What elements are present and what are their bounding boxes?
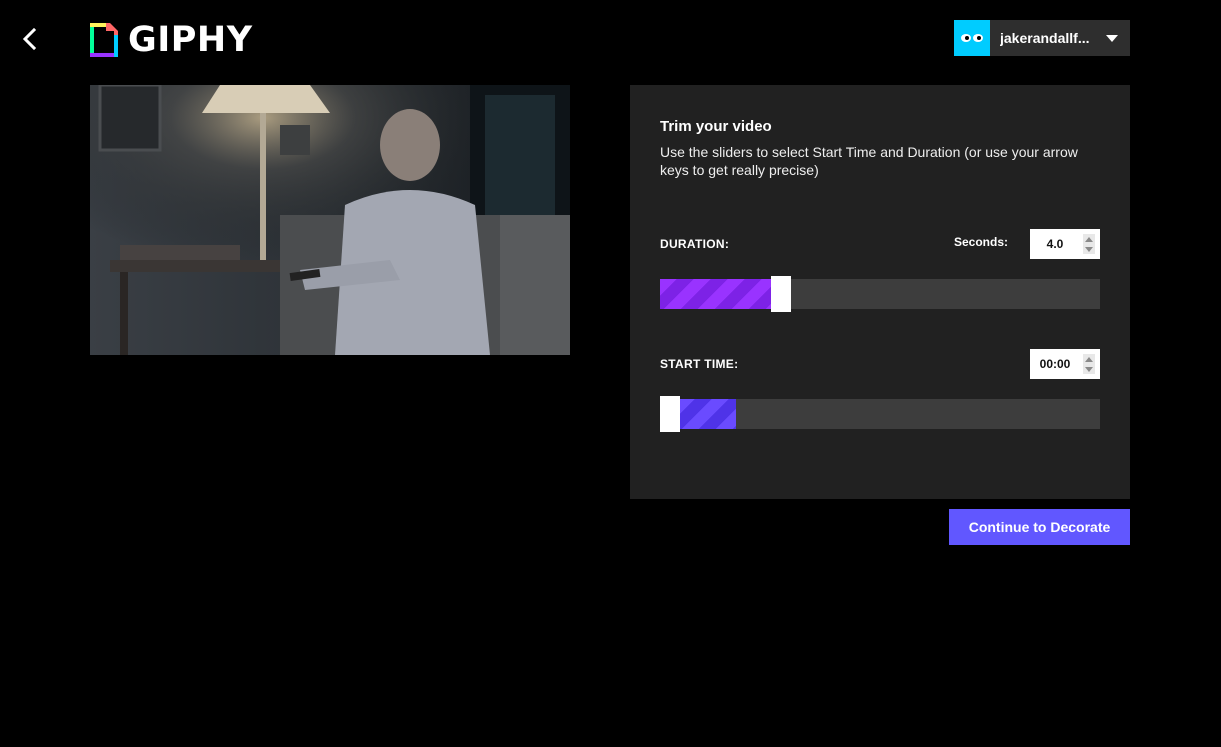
chevron-left-icon	[22, 27, 37, 51]
duration-slider-fill	[660, 279, 772, 309]
start-time-spinner[interactable]	[1083, 354, 1095, 374]
start-time-label: START TIME:	[660, 357, 739, 371]
eyes-icon	[961, 34, 983, 42]
username: jakerandallf...	[1000, 30, 1090, 46]
spin-up-icon[interactable]	[1085, 236, 1093, 242]
duration-value: 4.0	[1046, 237, 1064, 251]
start-time-slider[interactable]	[660, 396, 1100, 432]
duration-slider[interactable]	[660, 276, 1100, 312]
start-time-slider-handle[interactable]	[660, 396, 680, 432]
seconds-label: Seconds:	[954, 235, 1009, 249]
duration-slider-handle[interactable]	[771, 276, 791, 312]
caret-down-icon[interactable]	[1106, 34, 1118, 42]
giphy-logo[interactable]: GIPHY	[90, 22, 253, 58]
spin-down-icon[interactable]	[1085, 366, 1093, 372]
start-time-slider-fill	[678, 399, 736, 429]
logo-text: GIPHY	[128, 20, 253, 60]
continue-to-decorate-button[interactable]: Continue to Decorate	[949, 509, 1130, 545]
giphy-logo-icon	[90, 23, 118, 57]
start-time-input[interactable]: 00:00	[1030, 349, 1100, 379]
spin-up-icon[interactable]	[1085, 356, 1093, 362]
start-time-value: 00:00	[1039, 357, 1071, 371]
panel-description: Use the sliders to select Start Time and…	[660, 144, 1078, 178]
video-preview	[90, 85, 570, 355]
panel-title: Trim your video	[660, 118, 772, 135]
video-frame-image	[90, 85, 570, 355]
duration-spinner[interactable]	[1083, 234, 1095, 254]
avatar	[954, 20, 990, 56]
spin-down-icon[interactable]	[1085, 246, 1093, 252]
trim-panel: Trim your video Use the sliders to selec…	[630, 85, 1130, 499]
duration-label: DURATION:	[660, 237, 730, 251]
user-menu[interactable]: jakerandallf...	[954, 20, 1130, 56]
back-button[interactable]	[18, 26, 42, 52]
duration-input[interactable]: 4.0	[1030, 229, 1100, 259]
